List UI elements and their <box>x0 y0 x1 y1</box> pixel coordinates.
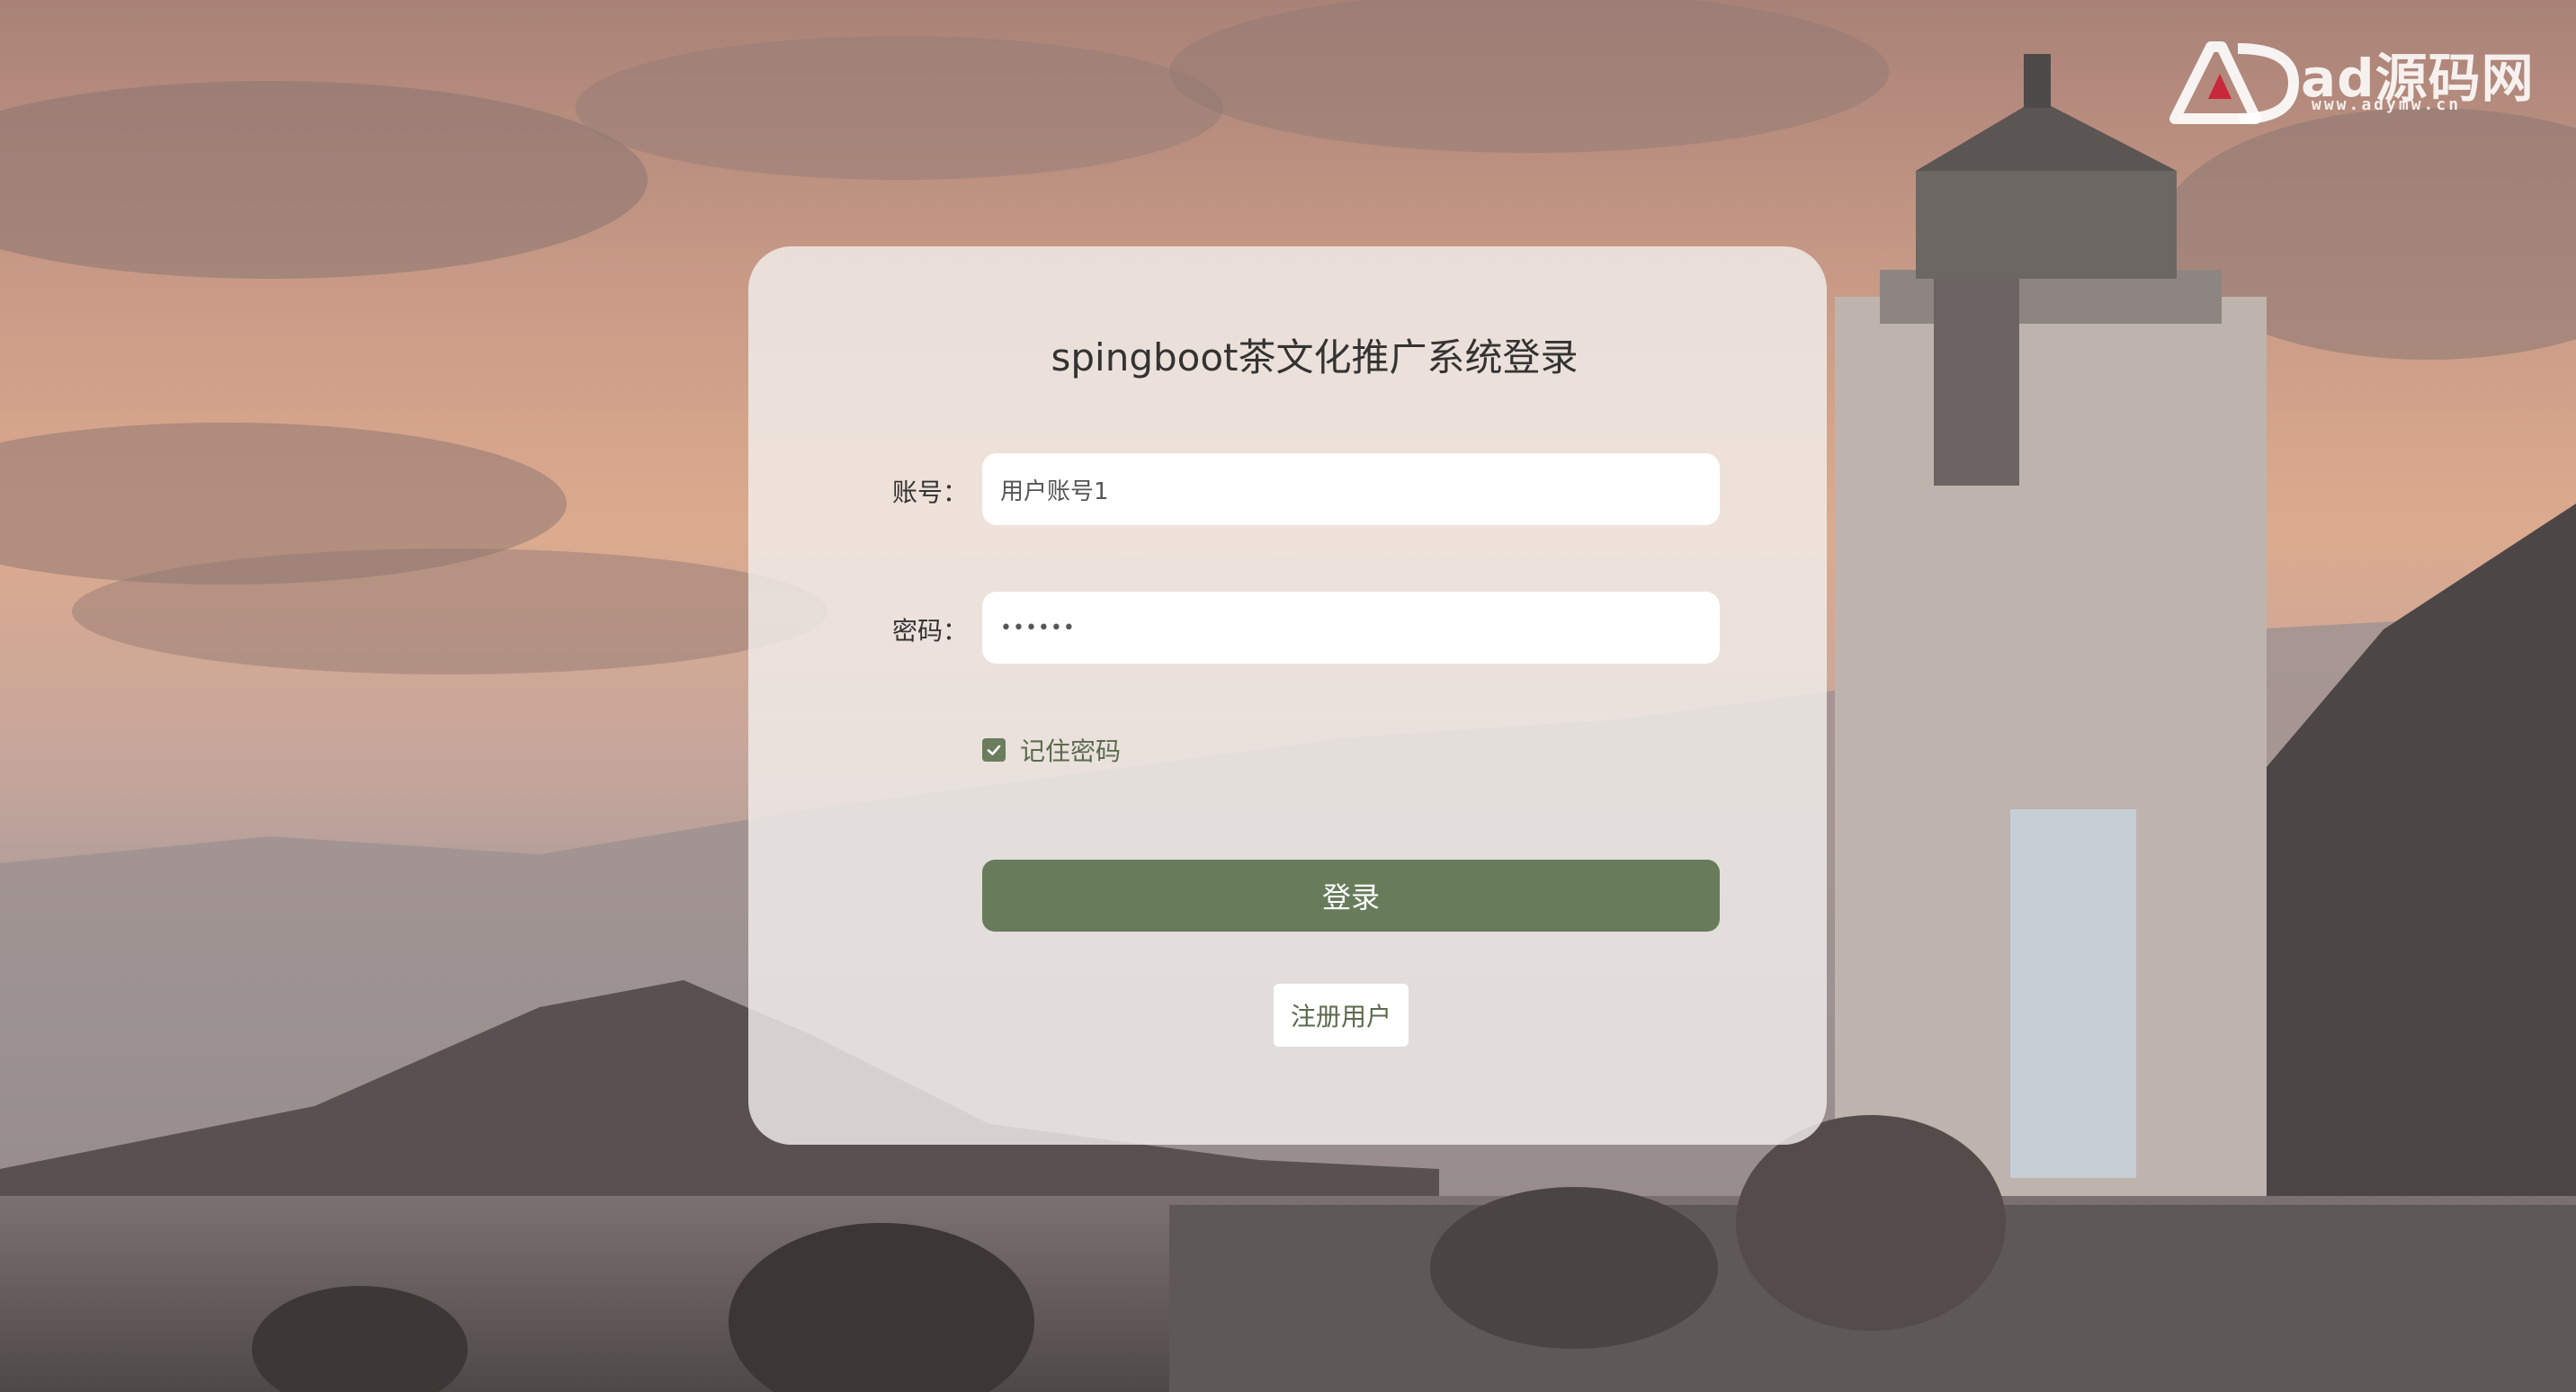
account-input[interactable]: 用户账号1 <box>982 453 1720 525</box>
password-label: 密码： <box>892 616 969 646</box>
checkmark-icon <box>987 745 1001 755</box>
account-label: 账号： <box>892 477 969 507</box>
brand-logo-icon <box>2169 41 2300 124</box>
remember-password-label: 记住密码 <box>1020 736 1122 766</box>
password-input[interactable]: •••••• <box>982 592 1720 664</box>
brand-url: www.adymw.cn <box>2312 95 2462 114</box>
remember-password-checkbox[interactable] <box>982 738 1006 762</box>
login-card: spingboot茶文化推广系统登录 账号： 用户账号1 密码： •••••• … <box>748 246 1827 1145</box>
page-title: spingboot茶文化推广系统登录 <box>1051 335 1579 379</box>
login-page: ad源码网 www.adymw.cn spingboot茶文化推广系统登录 账号… <box>0 0 2576 1392</box>
register-button[interactable]: 注册用户 <box>1274 984 1409 1047</box>
brand-watermark: ad源码网 www.adymw.cn <box>2168 36 2536 126</box>
remember-password-row[interactable]: 记住密码 <box>982 732 1121 768</box>
login-button[interactable]: 登录 <box>982 860 1720 932</box>
